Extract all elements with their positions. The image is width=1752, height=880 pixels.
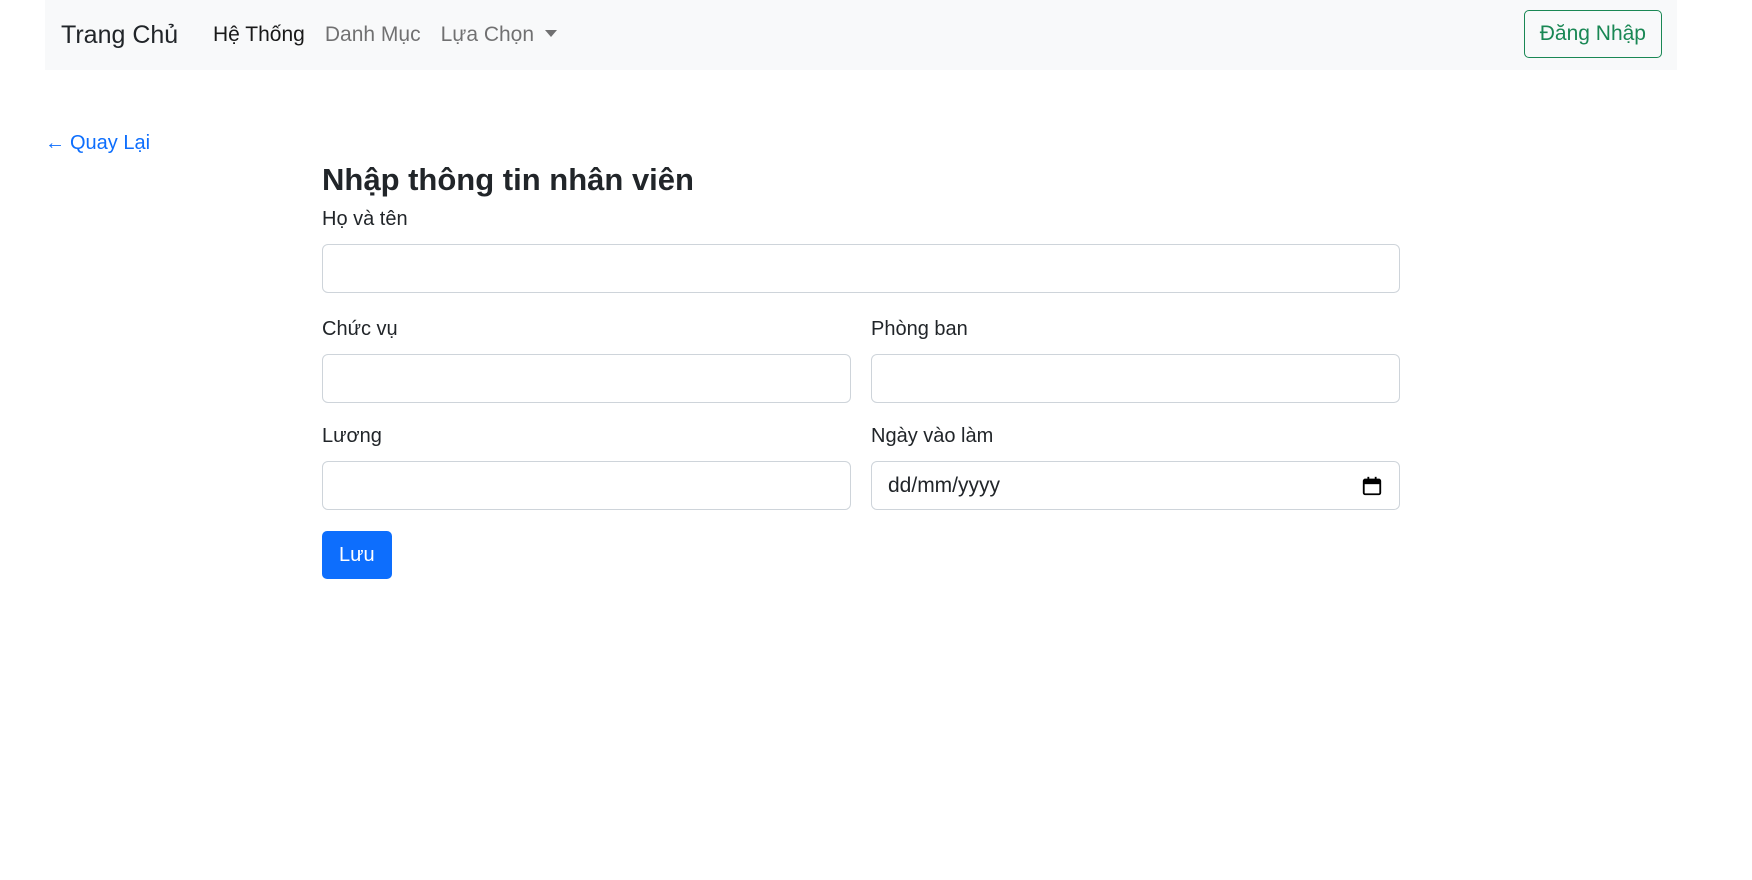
employee-form: Nhập thông tin nhân viên Họ và tên Chức …	[322, 160, 1400, 579]
calendar-icon[interactable]	[1361, 475, 1383, 497]
position-label: Chức vụ	[322, 318, 398, 340]
form-row-1: Chức vụ Phòng ban	[322, 316, 1400, 403]
nav-link-danh-muc[interactable]: Danh Mục	[315, 23, 431, 47]
salary-label: Lương	[322, 425, 382, 447]
start-date-input[interactable]: dd/mm/yyyy	[871, 461, 1400, 510]
nav-dropdown-lua-chon[interactable]: Lựa Chọn	[431, 23, 567, 47]
save-button[interactable]: Lưu	[322, 531, 392, 579]
position-input[interactable]	[322, 354, 851, 403]
back-link-label: Quay Lại	[70, 132, 151, 154]
department-input[interactable]	[871, 354, 1400, 403]
navbar: Trang Chủ Hệ Thống Danh Mục Lựa Chọn Đăn…	[45, 0, 1677, 70]
brand-link[interactable]: Trang Chủ	[61, 21, 178, 50]
nav-dropdown-label: Lựa Chọn	[440, 23, 535, 46]
back-link[interactable]: ← Quay Lại	[45, 132, 150, 155]
start-date-label: Ngày vào làm	[871, 425, 994, 447]
salary-input[interactable]	[322, 461, 851, 510]
nav-links: Hệ Thống Danh Mục Lựa Chọn	[203, 23, 567, 47]
field-position: Chức vụ	[322, 316, 851, 403]
department-label: Phòng ban	[871, 318, 968, 340]
arrow-left-icon: ←	[45, 132, 65, 154]
start-date-placeholder: dd/mm/yyyy	[888, 473, 1001, 497]
full-name-label: Họ và tên	[322, 208, 408, 230]
form-title: Nhập thông tin nhân viên	[322, 162, 694, 197]
field-department: Phòng ban	[871, 316, 1400, 403]
field-start-date: Ngày vào làm dd/mm/yyyy	[871, 423, 1400, 510]
chevron-down-icon	[545, 30, 558, 37]
login-button[interactable]: Đăng Nhập	[1523, 10, 1662, 58]
full-name-input[interactable]	[322, 244, 1400, 293]
nav-link-he-thong[interactable]: Hệ Thống	[203, 23, 315, 47]
field-full-name: Họ và tên	[322, 206, 1400, 293]
form-row-2: Lương Ngày vào làm dd/mm/yyyy	[322, 423, 1400, 510]
field-salary: Lương	[322, 423, 851, 510]
